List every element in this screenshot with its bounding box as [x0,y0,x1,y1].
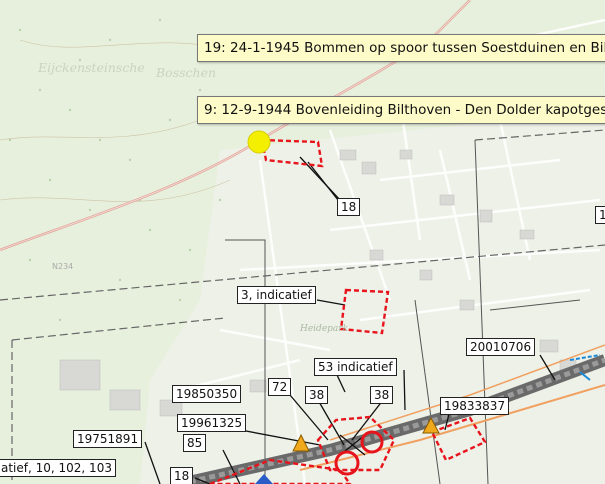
label-38-left[interactable]: 38 [305,386,329,404]
label-20010706[interactable]: 20010706 [466,338,536,356]
callout-event-9[interactable]: 9: 12-9-1944 Bovenleiding Bilthoven - De… [197,96,605,124]
label-85[interactable]: 85 [183,434,207,452]
place-name-bosschen: Bosschen [156,65,217,80]
label-indicatief-10-102-103[interactable]: atief, 10, 102, 103 [0,459,116,477]
callout-event-19[interactable]: 19: 24-1-1945 Bommen op spoor tussen Soe… [197,34,605,62]
map-canvas[interactable]: Eijckensteinsche Bosschen Heidepark N234… [0,0,605,484]
place-name-heidepark: Heidepark [300,324,349,334]
callout-event-9-text: 9: 12-9-1944 Bovenleiding Bilthoven - De… [204,102,605,118]
label-38-right[interactable]: 38 [370,386,394,404]
label-19850350[interactable]: 19850350 [172,385,242,403]
label-18-bottom[interactable]: 18 [170,467,194,484]
label-53-indicatief[interactable]: 53 indicatief [314,358,397,376]
place-name-eijckensteinsche: Eijckensteinsche [38,60,145,75]
label-72[interactable]: 72 [268,378,292,396]
label-19751891[interactable]: 19751891 [73,430,143,448]
callout-event-19-text: 19: 24-1-1945 Bommen op spoor tussen Soe… [204,40,605,56]
label-19961325[interactable]: 19961325 [177,414,247,432]
road-ref-label: N234 [52,262,74,271]
label-18-top[interactable]: 18 [337,198,361,216]
label-3-indicatief[interactable]: 3, indicatief [237,286,316,304]
label-edge-1[interactable]: 1 [595,206,605,224]
yellow-circle-icon [247,130,271,154]
label-19833837[interactable]: 19833837 [440,397,510,415]
